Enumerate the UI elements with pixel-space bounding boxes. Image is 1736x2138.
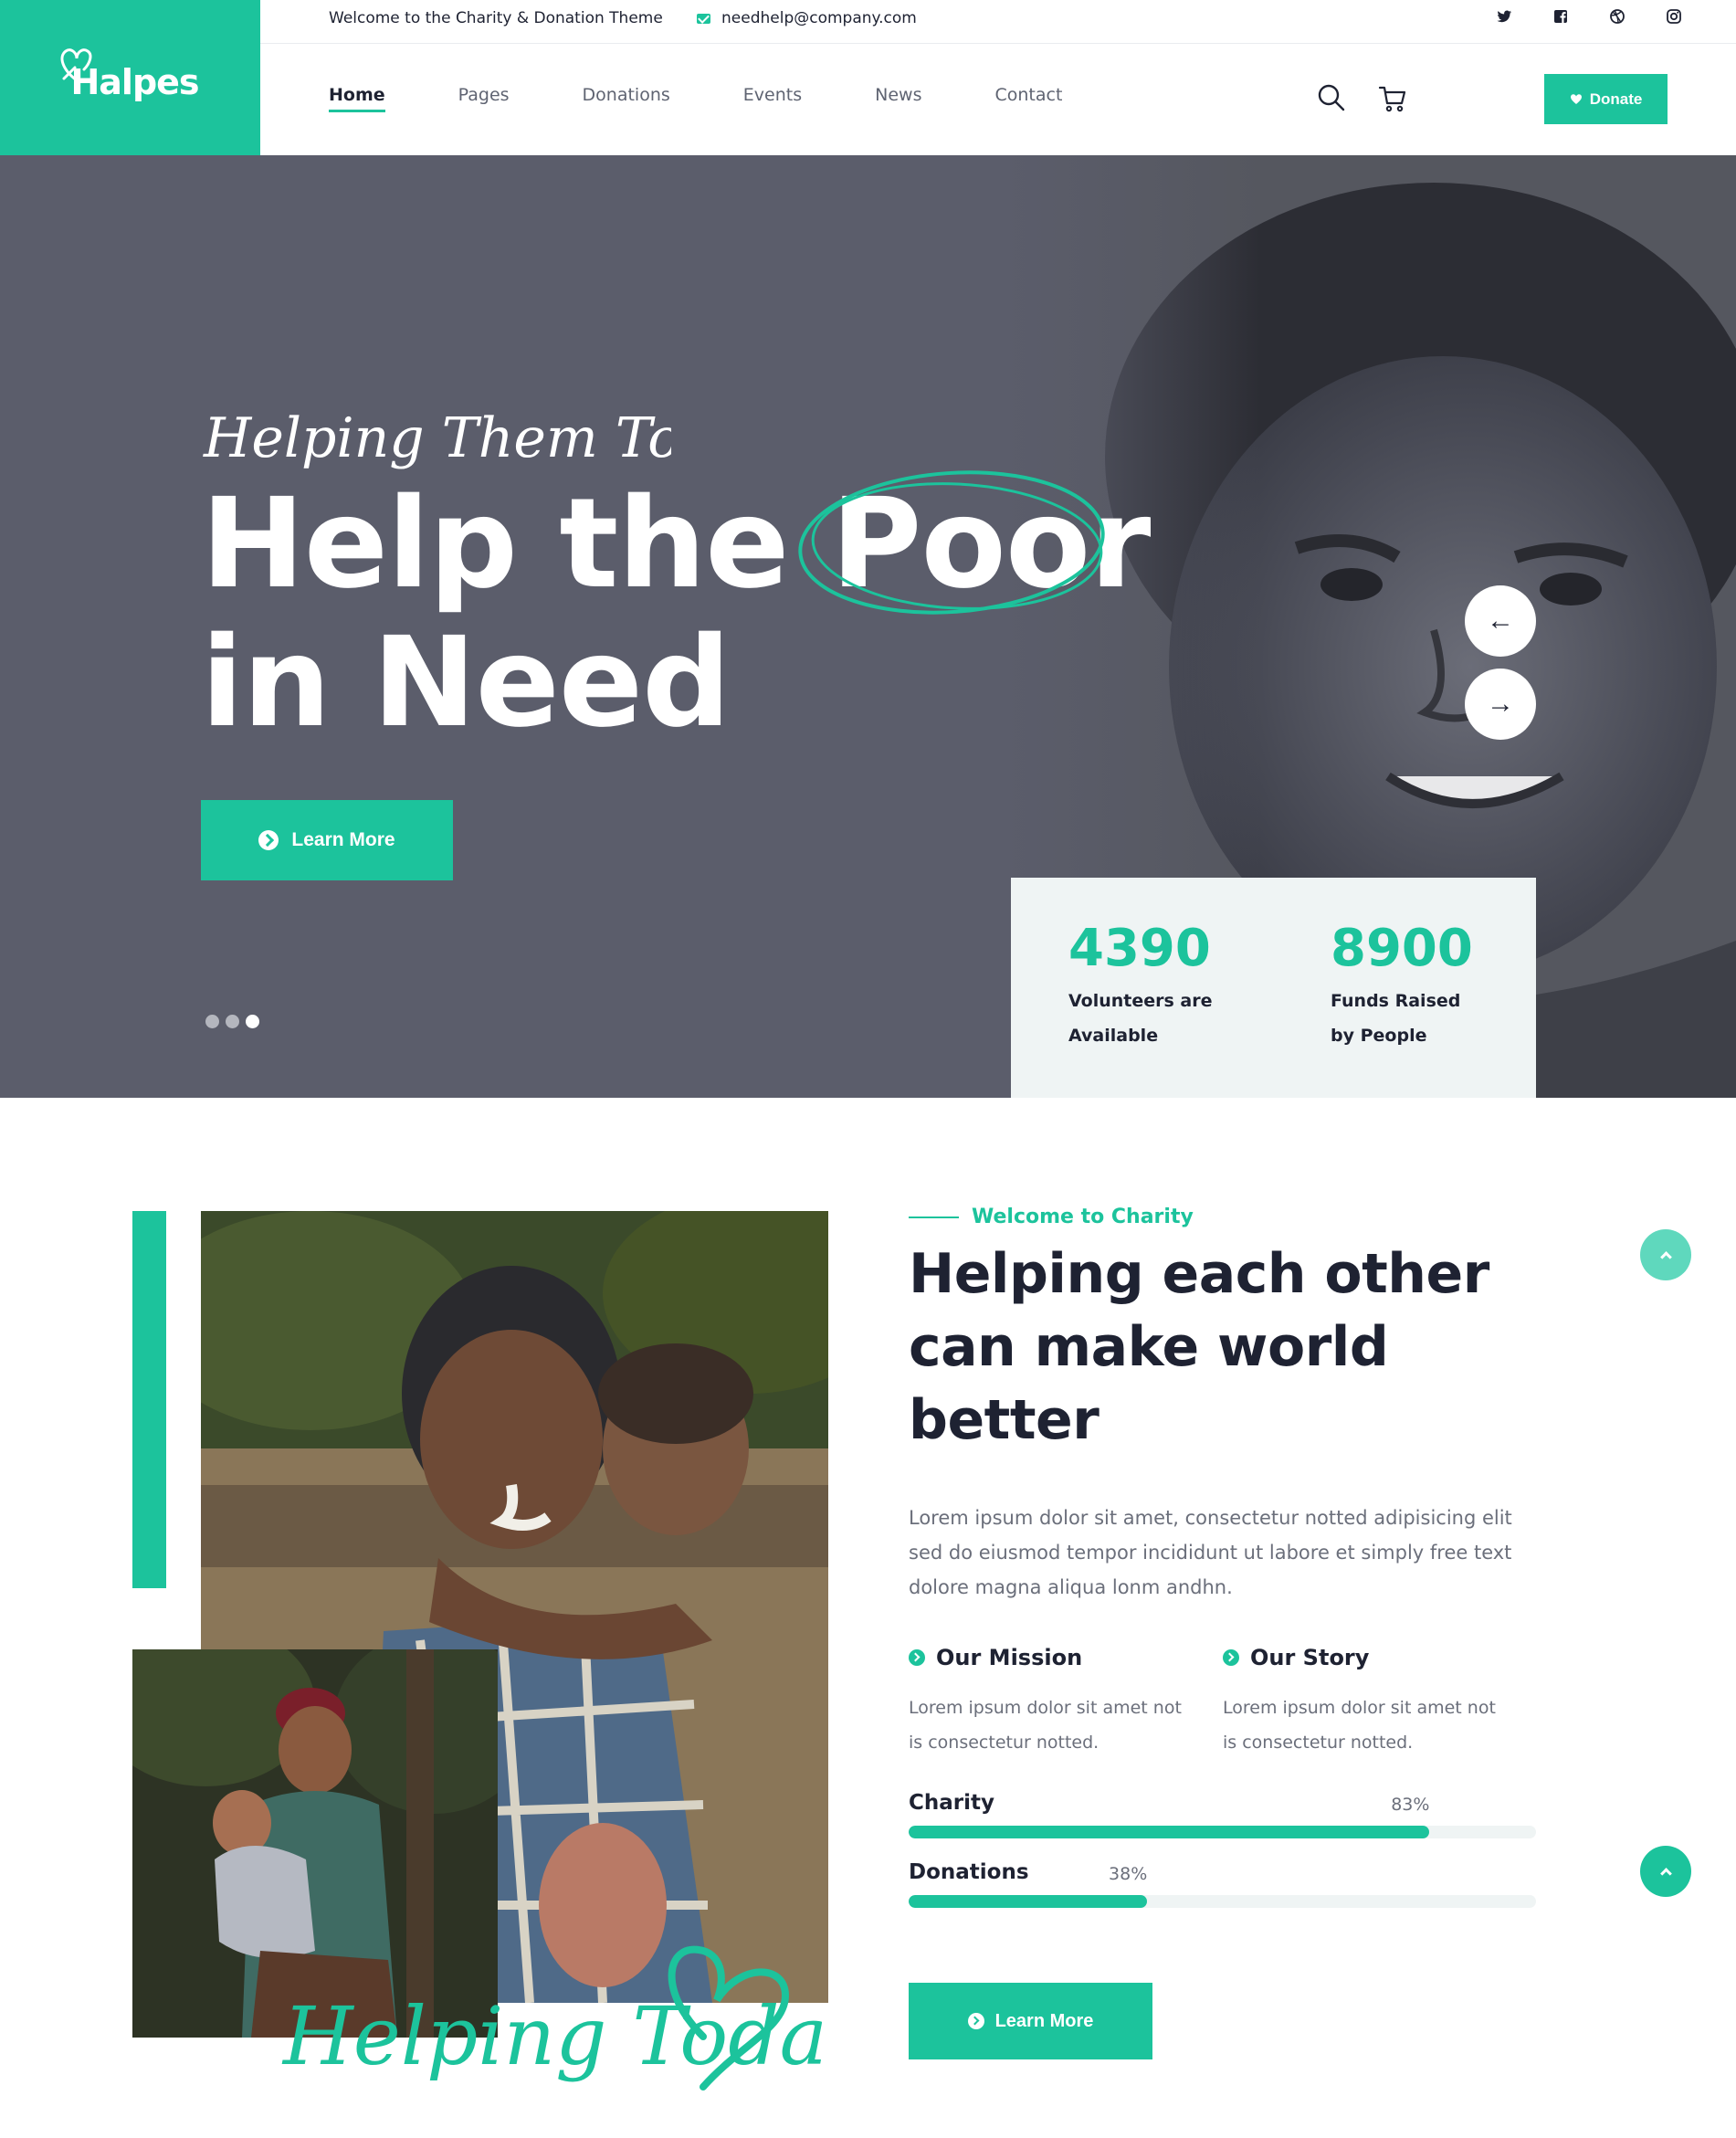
- arrow-circle-icon: [258, 830, 279, 850]
- about-paragraph: Lorem ipsum dolor sit amet, consectetur …: [909, 1507, 1512, 1598]
- svg-text:Helping Today: Helping Today: [281, 1989, 822, 2083]
- slider-dot[interactable]: [226, 1015, 239, 1028]
- slider-dots: [205, 1015, 259, 1028]
- progress-track: [909, 1895, 1536, 1908]
- social-links: [1495, 7, 1683, 26]
- progress-percent: 83%: [1391, 1795, 1430, 1815]
- logo[interactable]: Halpes: [0, 0, 260, 155]
- arrow-right-icon: →: [1487, 689, 1514, 719]
- feature-title-text: Our Story: [1250, 1645, 1370, 1670]
- slider-next-button[interactable]: →: [1465, 669, 1536, 740]
- nav-item-donations[interactable]: Donations: [583, 85, 670, 112]
- scroll-to-top-button[interactable]: [1640, 1229, 1691, 1280]
- donate-label: Donate: [1589, 90, 1643, 108]
- hero-learn-more-label: Learn More: [291, 829, 395, 850]
- about-title-line-1: Helping each other: [909, 1242, 1489, 1306]
- cart-icon[interactable]: [1378, 85, 1407, 112]
- helping-today-script-decoration: Helping Today: [281, 1945, 822, 2091]
- search-icon[interactable]: [1317, 83, 1346, 112]
- nav-item-news[interactable]: News: [875, 85, 921, 112]
- progress-percent: 38%: [1109, 1864, 1148, 1884]
- email-text[interactable]: needhelp@company.com: [721, 9, 917, 27]
- arrow-circle-icon: [909, 1649, 925, 1666]
- heart-logo-icon: [60, 48, 92, 82]
- feature-title: Our Story: [1223, 1645, 1537, 1670]
- chevron-up-icon: [1659, 1868, 1672, 1880]
- nav-item-contact[interactable]: Contact: [994, 85, 1062, 112]
- section-eyebrow: Welcome to Charity: [909, 1206, 1548, 1228]
- hero-slider: Helping Them Today Help the Poor in Need…: [0, 155, 1736, 1098]
- facebook-icon[interactable]: [1552, 7, 1570, 26]
- feature-text: Lorem ipsum dolor sit amet not is consec…: [1223, 1698, 1496, 1753]
- progress-fill: [909, 1826, 1430, 1838]
- feature-story: Our Story Lorem ipsum dolor sit amet not…: [1223, 1645, 1537, 1760]
- progress-charity: Charity 83%: [909, 1791, 1536, 1838]
- arrow-circle-icon: [967, 2013, 984, 2029]
- arrow-left-icon: ←: [1487, 606, 1514, 636]
- hero-title-part: Help the: [201, 472, 831, 616]
- main-navigation: Home Pages Donations Events News Contact…: [260, 45, 1736, 155]
- hero-title-highlight: Poor: [830, 472, 1152, 616]
- donate-button[interactable]: Donate: [1544, 74, 1668, 124]
- stat-label: Volunteers are Available: [1068, 991, 1213, 1046]
- welcome-text: Welcome to the Charity & Donation Theme: [329, 9, 663, 27]
- stat-value: 8900: [1331, 919, 1473, 978]
- stat-label: Funds Raised by People: [1331, 991, 1461, 1046]
- hero-title-line-2: in Need: [201, 611, 731, 755]
- slider-prev-button[interactable]: ←: [1465, 585, 1536, 657]
- progress-fill: [909, 1895, 1148, 1908]
- heart-icon: [1570, 94, 1582, 104]
- about-learn-more-label: Learn More: [994, 2010, 1094, 2031]
- contact-email[interactable]: needhelp@company.com: [697, 9, 917, 27]
- eyebrow-text: Welcome to Charity: [972, 1206, 1194, 1228]
- about-title-line-2: can make world better: [909, 1315, 1389, 1452]
- feature-text: Lorem ipsum dolor sit amet not is consec…: [909, 1698, 1182, 1753]
- twitter-icon[interactable]: [1495, 7, 1513, 26]
- nav-item-events[interactable]: Events: [743, 85, 802, 112]
- features-row: Our Mission Lorem ipsum dolor sit amet n…: [909, 1645, 1548, 1760]
- scroll-to-top-button[interactable]: [1640, 1846, 1691, 1897]
- stats-box: 4390 Volunteers are Available 8900 Funds…: [1011, 878, 1536, 1098]
- chevron-up-icon: [1659, 1251, 1672, 1263]
- eyebrow-line-decoration: [909, 1216, 959, 1218]
- slider-dot-active[interactable]: [246, 1015, 259, 1028]
- hero-learn-more-button[interactable]: Learn More: [201, 800, 453, 880]
- progress-label: Donations: [909, 1860, 1029, 1884]
- feature-title-text: Our Mission: [936, 1645, 1083, 1670]
- progress-label: Charity: [909, 1791, 994, 1815]
- progress-donations: Donations 38%: [909, 1860, 1536, 1908]
- nav-item-home[interactable]: Home: [329, 85, 385, 112]
- top-bar: Welcome to the Charity & Donation Theme …: [260, 0, 1736, 44]
- progress-track: [909, 1826, 1536, 1838]
- stat-volunteers: 4390 Volunteers are Available: [1068, 923, 1219, 1053]
- dribbble-icon[interactable]: [1608, 7, 1626, 26]
- stat-value: 4390: [1068, 919, 1211, 978]
- stat-funds: 8900 Funds Raised by People: [1331, 923, 1481, 1053]
- instagram-icon[interactable]: [1665, 7, 1683, 26]
- envelope-icon: [697, 13, 710, 24]
- feature-title: Our Mission: [909, 1645, 1223, 1670]
- feature-mission: Our Mission Lorem ipsum dolor sit amet n…: [909, 1645, 1223, 1760]
- slider-dot[interactable]: [205, 1015, 219, 1028]
- hero-title: Help the Poor in Need: [201, 470, 1152, 755]
- arrow-circle-icon: [1223, 1649, 1239, 1666]
- svg-text:Helping Them Today: Helping Them Today: [203, 406, 671, 470]
- about-title: Helping each other can make world better: [909, 1238, 1548, 1457]
- accent-bar-decoration: [132, 1211, 166, 1588]
- about-section: Welcome to Charity Helping each other ca…: [909, 1206, 1548, 2059]
- about-learn-more-button[interactable]: Learn More: [909, 1983, 1152, 2059]
- nav-item-pages[interactable]: Pages: [458, 85, 510, 112]
